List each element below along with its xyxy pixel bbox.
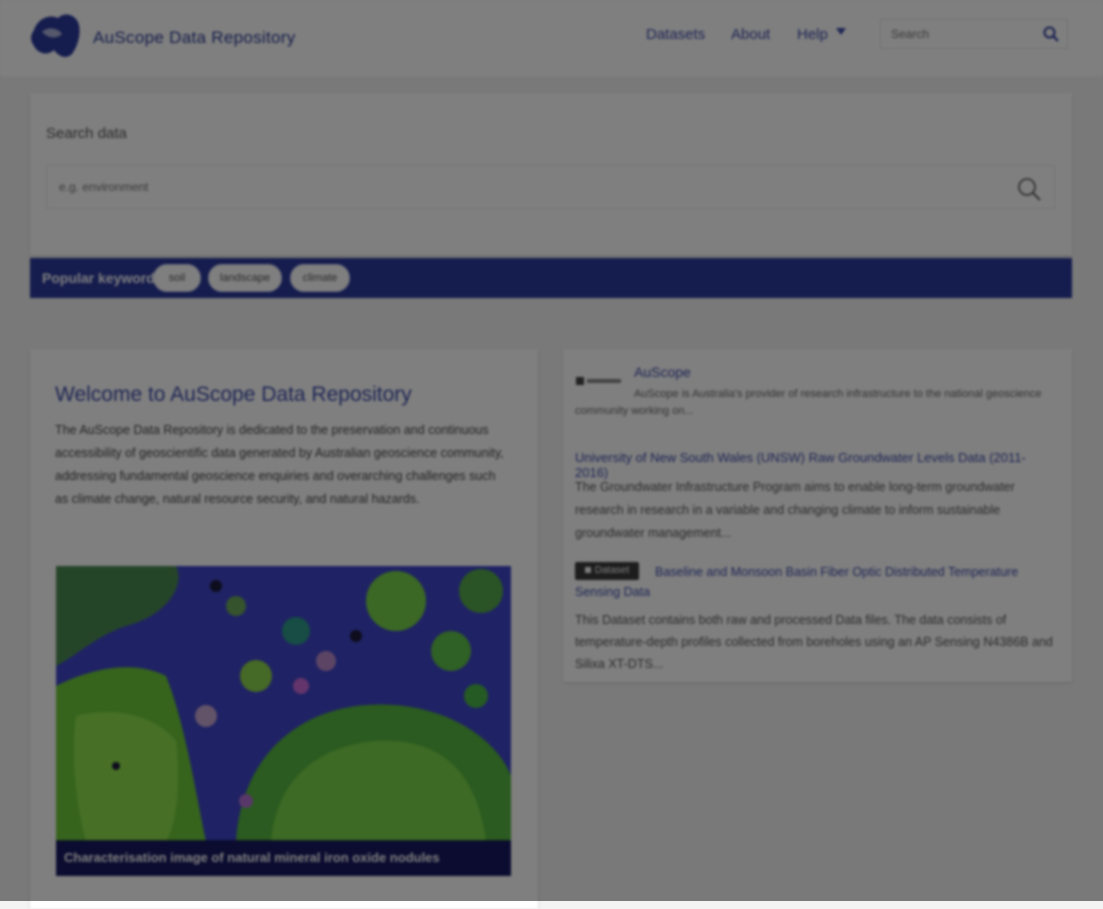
modal-overlay[interactable]	[0, 0, 1103, 901]
